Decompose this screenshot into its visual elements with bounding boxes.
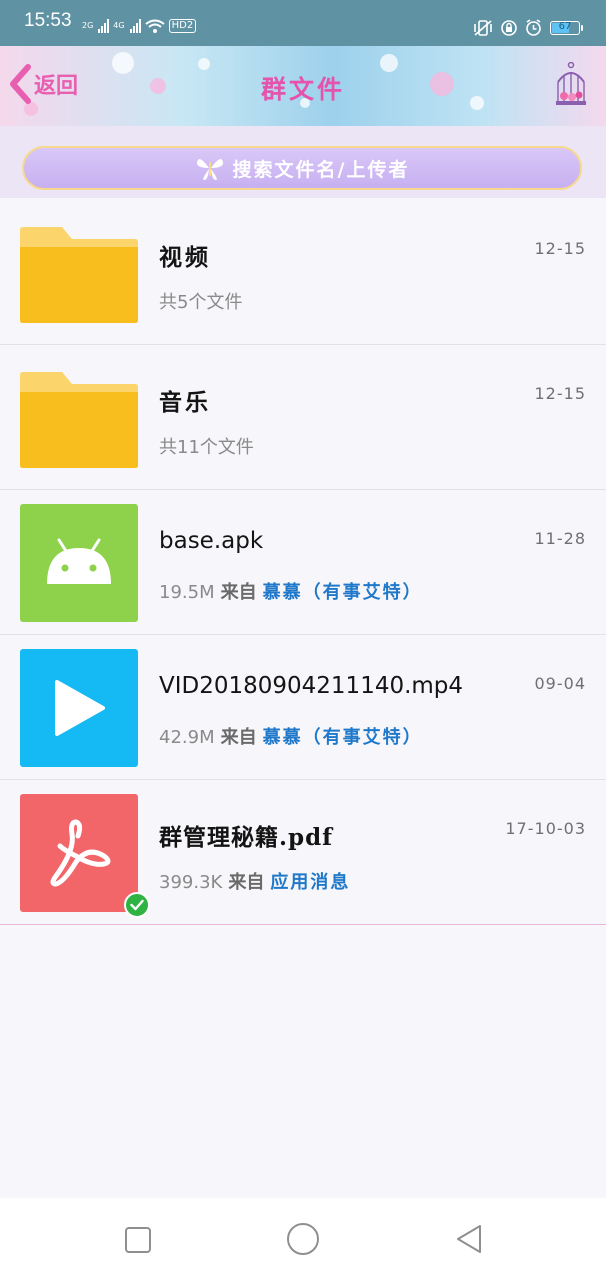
search-section: 搜索文件名/上传者 xyxy=(0,126,606,198)
wifi-icon xyxy=(144,19,165,33)
network-type-1: 2G xyxy=(82,21,94,30)
file-row-folder-music[interactable]: 音乐 12-15 共11个文件 xyxy=(0,345,606,490)
uploader-link[interactable]: 慕慕（有事艾特） xyxy=(263,727,423,748)
signal-icon-2 xyxy=(129,19,141,33)
file-name: VID20180904211140.mp4 xyxy=(159,673,464,699)
file-date: 12-15 xyxy=(534,239,586,258)
uploader-link[interactable]: 慕慕（有事艾特） xyxy=(263,582,423,603)
recent-apps-icon xyxy=(125,1227,151,1253)
file-row-pdf[interactable]: 群管理秘籍.pdf 17-10-03 399.3K 来自 应用消息 xyxy=(0,780,606,925)
home-icon xyxy=(287,1223,319,1255)
android-icon xyxy=(47,538,111,584)
video-thumbnail xyxy=(20,649,138,767)
file-count: 共5个文件 xyxy=(159,292,243,313)
status-bar: 15:53 2G 4G HD2 67 xyxy=(0,0,606,46)
battery-icon: 67 xyxy=(550,20,583,35)
file-count: 共11个文件 xyxy=(159,437,254,458)
pdf-thumbnail xyxy=(20,794,138,912)
page-title: 群文件 xyxy=(260,75,345,104)
lock-icon xyxy=(501,19,517,36)
alarm-icon xyxy=(526,19,541,36)
birdcage-button[interactable] xyxy=(554,61,588,112)
back-nav-button[interactable] xyxy=(454,1223,484,1259)
file-date: 12-15 xyxy=(534,384,586,403)
downloaded-check-icon xyxy=(124,892,150,918)
file-name: base.apk xyxy=(159,528,264,554)
file-size: 19.5M xyxy=(159,582,215,603)
blossom-decoration xyxy=(198,58,210,70)
network-type-2: 4G xyxy=(113,21,125,30)
system-nav-bar xyxy=(0,1198,606,1280)
file-size: 42.9M xyxy=(159,727,215,748)
pdf-icon xyxy=(50,819,111,887)
butterfly-icon xyxy=(196,159,223,180)
file-row-apk[interactable]: base.apk 11-28 19.5M 来自 慕慕（有事艾特） xyxy=(0,490,606,635)
file-row-folder-video[interactable]: 视频 12-15 共5个文件 xyxy=(0,200,606,345)
search-placeholder: 搜索文件名/上传者 xyxy=(232,158,410,181)
file-date: 09-04 xyxy=(534,674,586,693)
uploader-link[interactable]: 应用消息 xyxy=(270,872,350,893)
signal-icon-1 xyxy=(98,19,110,33)
birdcage-icon xyxy=(556,61,586,105)
file-size: 399.3K xyxy=(159,872,223,893)
file-meta: 42.9M 来自 慕慕（有事艾特） xyxy=(159,723,423,749)
recent-apps-button[interactable] xyxy=(124,1226,152,1258)
search-input[interactable]: 搜索文件名/上传者 xyxy=(22,146,582,190)
status-right-icons: 67 xyxy=(473,19,583,36)
file-name: 音乐 xyxy=(159,389,211,416)
file-list: 视频 12-15 共5个文件 音乐 12-15 共11个文件 base.apk … xyxy=(0,200,606,925)
hd-badge: HD2 xyxy=(168,19,197,33)
play-icon xyxy=(55,680,105,736)
file-name: 视频 xyxy=(159,244,211,271)
from-label: 来自 xyxy=(228,872,265,893)
status-left-icons: 2G 4G HD2 xyxy=(82,19,197,33)
file-date: 17-10-03 xyxy=(505,819,586,838)
file-row-video[interactable]: VID20180904211140.mp4 09-04 42.9M 来自 慕慕（有事… xyxy=(0,635,606,780)
status-time: 15:53 xyxy=(24,10,72,31)
file-date: 11-28 xyxy=(534,529,586,548)
header-bar: 返回 群文件 xyxy=(0,46,606,126)
from-label: 来自 xyxy=(220,582,257,603)
from-label: 来自 xyxy=(220,727,257,748)
folder-icon xyxy=(20,227,138,323)
battery-level-text: 67 xyxy=(558,20,572,32)
file-meta: 19.5M 来自 慕慕（有事艾特） xyxy=(159,578,423,604)
folder-icon xyxy=(20,372,138,468)
file-name: 群管理秘籍.pdf xyxy=(159,824,334,851)
apk-thumbnail xyxy=(20,504,138,622)
home-button[interactable] xyxy=(286,1222,320,1260)
back-icon xyxy=(457,1225,481,1253)
file-meta: 399.3K 来自 应用消息 xyxy=(159,868,350,894)
vibrate-icon xyxy=(474,19,492,36)
